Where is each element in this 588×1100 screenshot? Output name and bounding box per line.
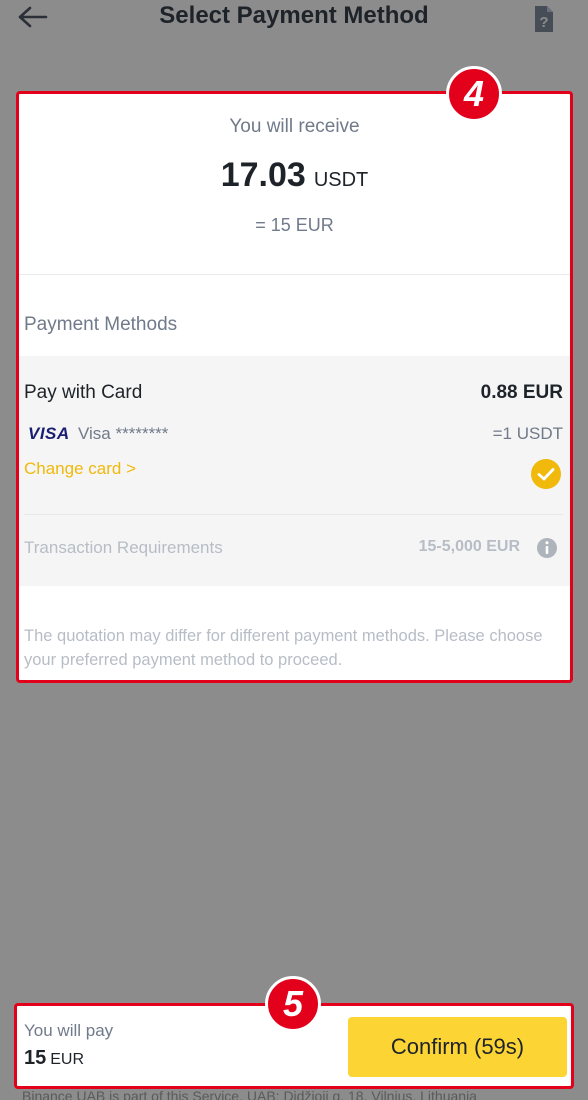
pay-currency: EUR xyxy=(50,1051,85,1068)
receive-equivalent: = 15 EUR xyxy=(255,215,334,235)
step-badge-5: 5 xyxy=(265,976,321,1032)
divider xyxy=(24,514,563,515)
receive-amount-value: 17.03 xyxy=(220,156,306,194)
method-rate: =1 USDT xyxy=(492,424,563,443)
receive-currency: USDT xyxy=(313,169,369,191)
method-price: 0.88 EUR xyxy=(480,382,563,403)
card-name: Visa ******** xyxy=(78,424,169,443)
method-title: Pay with Card xyxy=(24,382,143,403)
requirements-label: Transaction Requirements xyxy=(24,538,223,557)
page-title: Select Payment Method xyxy=(159,2,429,29)
payment-method-card-option[interactable]: Pay with Card 0.88 EUR VISA Visa *******… xyxy=(19,356,570,586)
info-icon[interactable] xyxy=(536,537,558,559)
payment-methods-heading: Payment Methods xyxy=(24,314,178,335)
receive-label: You will receive xyxy=(229,116,360,137)
top-bar: Select Payment Method ? xyxy=(0,0,588,40)
visa-logo-icon: VISA xyxy=(28,424,70,443)
confirm-button[interactable]: Confirm (59s) xyxy=(348,1017,567,1077)
footer-disclaimer: Binance UAB is part of this Service. UAB… xyxy=(22,1088,477,1100)
svg-text:?: ? xyxy=(539,14,548,31)
quote-card: You will receive 17.03 USDT = 15 EUR Paym… xyxy=(16,91,573,683)
pay-amount-value: 15 xyxy=(24,1047,47,1069)
receive-amount: 17.03 USDT xyxy=(19,156,570,195)
change-card-link[interactable]: Change card > xyxy=(24,459,136,479)
pay-label: You will pay xyxy=(24,1021,114,1040)
divider xyxy=(19,274,570,275)
requirements-value: 15-5,000 EUR xyxy=(418,538,520,555)
step-badge-4: 4 xyxy=(446,66,502,122)
selected-check-icon xyxy=(531,459,561,489)
help-icon[interactable]: ? xyxy=(530,4,558,34)
quotation-note: The quotation may differ for different p… xyxy=(24,627,543,669)
pay-amount: 15 EUR xyxy=(24,1047,84,1070)
